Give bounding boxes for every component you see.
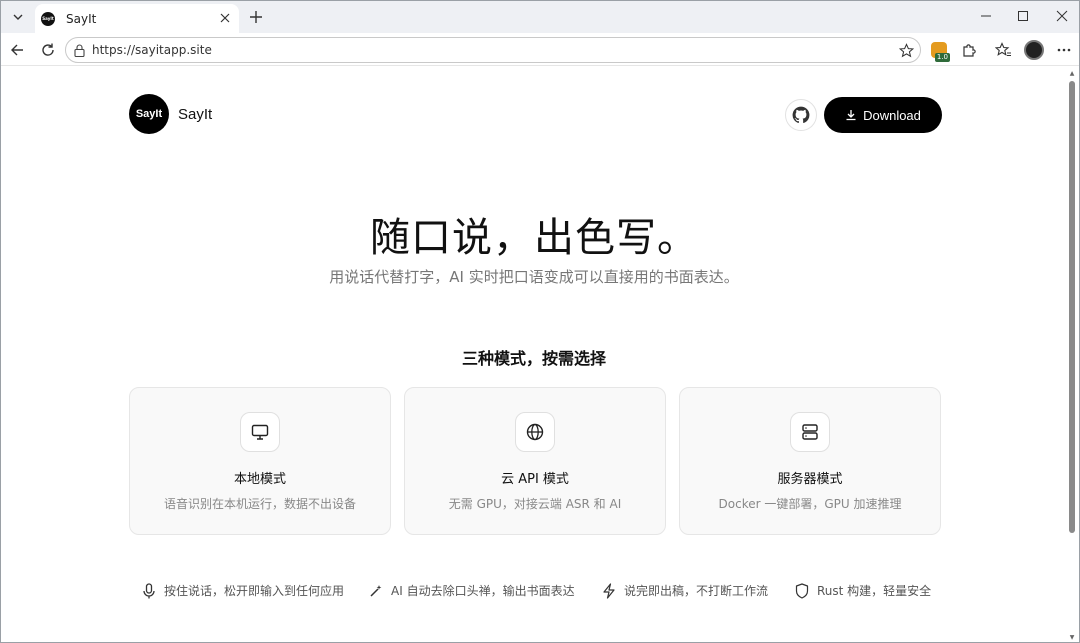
mode-card-local: 本地模式 语音识别在本机运行，数据不出设备: [129, 387, 391, 535]
card-description: 语音识别在本机运行，数据不出设备: [163, 497, 356, 511]
tab-strip: SayIt SayIt: [1, 1, 1079, 33]
url-text: https://sayitapp.site: [92, 43, 212, 57]
brand-logo: SayIt: [129, 94, 169, 134]
scrollbar-thumb[interactable]: [1069, 81, 1075, 533]
maximize-icon: [1018, 11, 1028, 21]
mode-card-server: 服务器模式 Docker 一键部署，GPU 加速推理: [679, 387, 941, 535]
feature-item: 说完即出稿，不打断工作流: [602, 582, 768, 599]
arrow-left-icon: [11, 44, 23, 56]
web-page: SayIt SayIt Download 随口说，出色写。 用说话代替打字，AI…: [1, 67, 1067, 642]
back-button[interactable]: [5, 38, 29, 62]
star-icon[interactable]: [899, 43, 914, 58]
monitor-icon: [251, 424, 269, 440]
more-dots-icon: [1057, 48, 1071, 52]
reload-button[interactable]: [36, 38, 60, 62]
reload-icon: [42, 43, 54, 56]
feature-text: 按住说话，松开即输入到任何应用: [164, 584, 345, 598]
card-icon-box: [790, 412, 830, 452]
favorites-button[interactable]: [991, 38, 1015, 62]
tab-close-button[interactable]: [217, 10, 233, 26]
feature-item: AI 自动去除口头禅，输出书面表达: [369, 582, 575, 599]
browser-tab-active[interactable]: SayIt SayIt: [35, 4, 239, 33]
hero-subtitle: 用说话代替打字，AI 实时把口语变成可以直接用的书面表达。: [329, 268, 739, 286]
address-bar[interactable]: https://sayitapp.site: [65, 37, 921, 63]
brand-name: SayIt: [178, 105, 213, 123]
more-menu-button[interactable]: [1052, 38, 1076, 62]
github-icon: [792, 106, 810, 124]
profile-avatar[interactable]: [1024, 40, 1044, 60]
brand[interactable]: SayIt SayIt: [129, 94, 212, 134]
scroll-down-arrow[interactable]: ▼: [1068, 633, 1076, 641]
feature-item: Rust 构建，轻量安全: [795, 582, 931, 599]
card-icon-box: [515, 412, 555, 452]
tab-title: SayIt: [66, 11, 97, 26]
extension-icon[interactable]: 1.0: [931, 42, 950, 62]
browser-window: SayIt SayIt https://sayitapp.site 1.0 Sa…: [0, 0, 1080, 643]
hero-title: 随口说，出色写。: [370, 215, 698, 261]
card-description: Docker 一键部署，GPU 加速推理: [718, 497, 902, 511]
tab-favicon: SayIt: [41, 11, 55, 26]
minimize-button[interactable]: [971, 5, 1001, 27]
minimize-icon: [981, 15, 991, 17]
shield-icon: [795, 582, 809, 599]
download-button[interactable]: Download: [824, 97, 942, 133]
mode-card-cloud-api: 云 API 模式 无需 GPU，对接云端 ASR 和 AI: [404, 387, 666, 535]
globe-icon: [526, 423, 544, 441]
server-icon: [802, 424, 818, 440]
extension-badge: 1.0: [934, 53, 950, 62]
feature-text: 说完即出稿，不打断工作流: [624, 584, 769, 598]
puzzle-icon: [963, 44, 976, 57]
download-label: Download: [863, 107, 921, 123]
close-icon: [1056, 10, 1068, 22]
extensions-button[interactable]: [957, 38, 981, 62]
card-description: 无需 GPU，对接云端 ASR 和 AI: [448, 497, 622, 511]
github-link[interactable]: [785, 99, 817, 131]
card-icon-box: [240, 412, 280, 452]
browser-toolbar: https://sayitapp.site 1.0: [1, 33, 1079, 66]
plus-icon: [250, 11, 262, 23]
magic-wand-icon: [370, 584, 382, 597]
chevron-down-icon: [13, 14, 23, 20]
tab-search-button[interactable]: [7, 6, 29, 28]
card-title: 服务器模式: [777, 472, 843, 487]
download-icon: [846, 110, 856, 121]
close-window-button[interactable]: [1047, 5, 1077, 27]
maximize-button[interactable]: [1008, 5, 1038, 27]
feature-text: Rust 构建，轻量安全: [817, 584, 932, 598]
card-title: 本地模式: [233, 472, 286, 487]
favorites-icon: [994, 42, 1011, 57]
page-scrollbar[interactable]: ▲ ▼: [1066, 67, 1078, 642]
lightning-icon: [603, 582, 615, 599]
feature-text: AI 自动去除口头禅，输出书面表达: [391, 584, 575, 598]
close-icon: [220, 13, 230, 23]
microphone-icon: [143, 582, 155, 598]
new-tab-button[interactable]: [245, 6, 267, 28]
modes-section-title: 三种模式，按需选择: [461, 349, 606, 368]
lock-icon: [74, 44, 85, 57]
card-title: 云 API 模式: [501, 472, 569, 487]
scroll-up-arrow[interactable]: ▲: [1068, 69, 1076, 77]
feature-item: 按住说话，松开即输入到任何应用: [142, 582, 344, 599]
